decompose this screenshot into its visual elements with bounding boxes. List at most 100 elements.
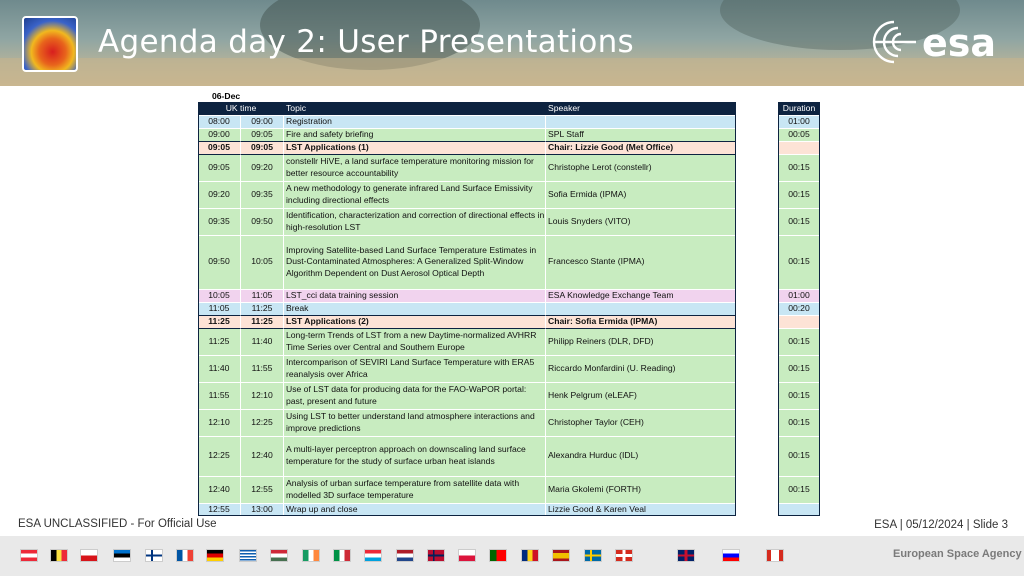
row-start-time: 12:25 (198, 436, 241, 477)
row-speaker: Maria Gkolemi (FORTH) (546, 477, 736, 504)
row-topic: Use of LST data for producing data for t… (284, 382, 546, 410)
flag-norway-icon (427, 549, 445, 562)
row-start-time: 12:55 (198, 504, 241, 517)
row-duration: 01:00 (778, 115, 820, 129)
row-duration: 00:15 (778, 208, 820, 236)
flag-ireland-icon (302, 549, 320, 562)
slide-info: ESA | 05/12/2024 | Slide 3 (874, 519, 1008, 531)
row-duration: 00:15 (778, 154, 820, 182)
row-duration: 00:15 (778, 355, 820, 383)
flag-belgium-icon (50, 549, 68, 562)
row-speaker: Sofia Ermida (IPMA) (546, 181, 736, 209)
row-end-time: 11:40 (241, 328, 284, 356)
row-start-time: 10:05 (198, 289, 241, 303)
flag-romania-icon (521, 549, 539, 562)
row-speaker: Christophe Lerot (constellr) (546, 154, 736, 182)
header-speaker: Speaker (546, 102, 736, 115)
row-end-time: 12:55 (241, 477, 284, 504)
header-topic: Topic (284, 102, 546, 115)
header-duration: Duration (778, 102, 820, 115)
row-duration: 00:15 (778, 436, 820, 477)
row-start-time: 12:40 (198, 477, 241, 504)
row-start-time: 09:00 (198, 128, 241, 142)
row-speaker: ESA Knowledge Exchange Team (546, 289, 736, 303)
row-start-time: 11:55 (198, 382, 241, 410)
row-speaker (546, 115, 736, 129)
flag-luxembourg-icon (364, 549, 382, 562)
row-end-time: 11:05 (241, 289, 284, 303)
flag-portugal-icon (489, 549, 507, 562)
row-duration: 00:15 (778, 409, 820, 437)
flag-poland-icon (458, 549, 476, 562)
flag-austria-icon (20, 549, 38, 562)
row-start-time: 11:05 (198, 302, 241, 316)
row-start-time: 09:05 (198, 141, 241, 155)
flag-switzerland-icon (615, 549, 633, 562)
row-topic: Intercomparison of SEVIRI Land Surface T… (284, 355, 546, 383)
row-start-time: 11:25 (198, 315, 241, 329)
row-topic: Identification, characterization and cor… (284, 208, 546, 236)
row-topic: A multi-layer perceptron approach on dow… (284, 436, 546, 477)
row-topic: Registration (284, 115, 546, 129)
row-speaker: Philipp Reiners (DLR, DFD) (546, 328, 736, 356)
row-topic: Using LST to better understand land atmo… (284, 409, 546, 437)
row-topic: A new methodology to generate infrared L… (284, 181, 546, 209)
row-end-time: 13:00 (241, 504, 284, 517)
row-end-time: 11:55 (241, 355, 284, 383)
row-end-time: 09:05 (241, 128, 284, 142)
row-topic: Wrap up and close (284, 504, 546, 517)
row-duration: 00:15 (778, 181, 820, 209)
flag-canada-icon (766, 549, 784, 562)
flag-sweden-icon (584, 549, 602, 562)
row-speaker: Christopher Taylor (CEH) (546, 409, 736, 437)
row-duration: 01:00 (778, 289, 820, 303)
row-speaker: SPL Staff (546, 128, 736, 142)
flag-hungary-icon (270, 549, 288, 562)
row-speaker: Francesco Stante (IPMA) (546, 235, 736, 290)
row-start-time: 09:35 (198, 208, 241, 236)
row-speaker: Henk Pelgrum (eLEAF) (546, 382, 736, 410)
flag-united-kingdom-icon (677, 549, 695, 562)
row-topic: LST_cci data training session (284, 289, 546, 303)
row-end-time: 09:00 (241, 115, 284, 129)
row-start-time: 09:20 (198, 181, 241, 209)
row-speaker: Lizzie Good & Karen Veal (546, 504, 736, 517)
row-end-time: 12:40 (241, 436, 284, 477)
header-uk-time: UK time (198, 102, 284, 115)
row-start-time: 12:10 (198, 409, 241, 437)
row-start-time: 11:40 (198, 355, 241, 383)
row-start-time: 08:00 (198, 115, 241, 129)
flag-greece-icon (239, 549, 257, 562)
flag-finland-icon (145, 549, 163, 562)
row-speaker: Chair: Sofia Ermida (IPMA) (546, 315, 736, 329)
flag-france-icon (176, 549, 194, 562)
agency-name: European Space Agency (893, 548, 1022, 560)
flag-italy-icon (333, 549, 351, 562)
classification-label: ESA UNCLASSIFIED - For Official Use (18, 518, 217, 530)
row-duration: 00:15 (778, 328, 820, 356)
row-topic: Fire and safety briefing (284, 128, 546, 142)
row-duration: 00:20 (778, 302, 820, 316)
row-duration: 00:15 (778, 235, 820, 290)
row-topic: LST Applications (2) (284, 315, 546, 329)
row-start-time: 11:25 (198, 328, 241, 356)
flag-netherlands-icon (396, 549, 414, 562)
row-speaker: Riccardo Monfardini (U. Reading) (546, 355, 736, 383)
row-end-time: 12:10 (241, 382, 284, 410)
row-topic: Improving Satellite-based Land Surface T… (284, 235, 546, 290)
row-duration (778, 141, 820, 155)
row-duration (778, 504, 820, 517)
row-end-time: 11:25 (241, 315, 284, 329)
row-topic: Break (284, 302, 546, 316)
row-topic: Long-term Trends of LST from a new Dayti… (284, 328, 546, 356)
flag-estonia-icon (113, 549, 131, 562)
row-end-time: 12:25 (241, 409, 284, 437)
row-duration: 00:15 (778, 477, 820, 504)
row-end-time: 11:25 (241, 302, 284, 316)
row-end-time: 09:05 (241, 141, 284, 155)
row-end-time: 09:35 (241, 181, 284, 209)
row-end-time: 10:05 (241, 235, 284, 290)
row-speaker (546, 302, 736, 316)
flag-slovenia-icon (722, 549, 740, 562)
row-duration (778, 315, 820, 329)
